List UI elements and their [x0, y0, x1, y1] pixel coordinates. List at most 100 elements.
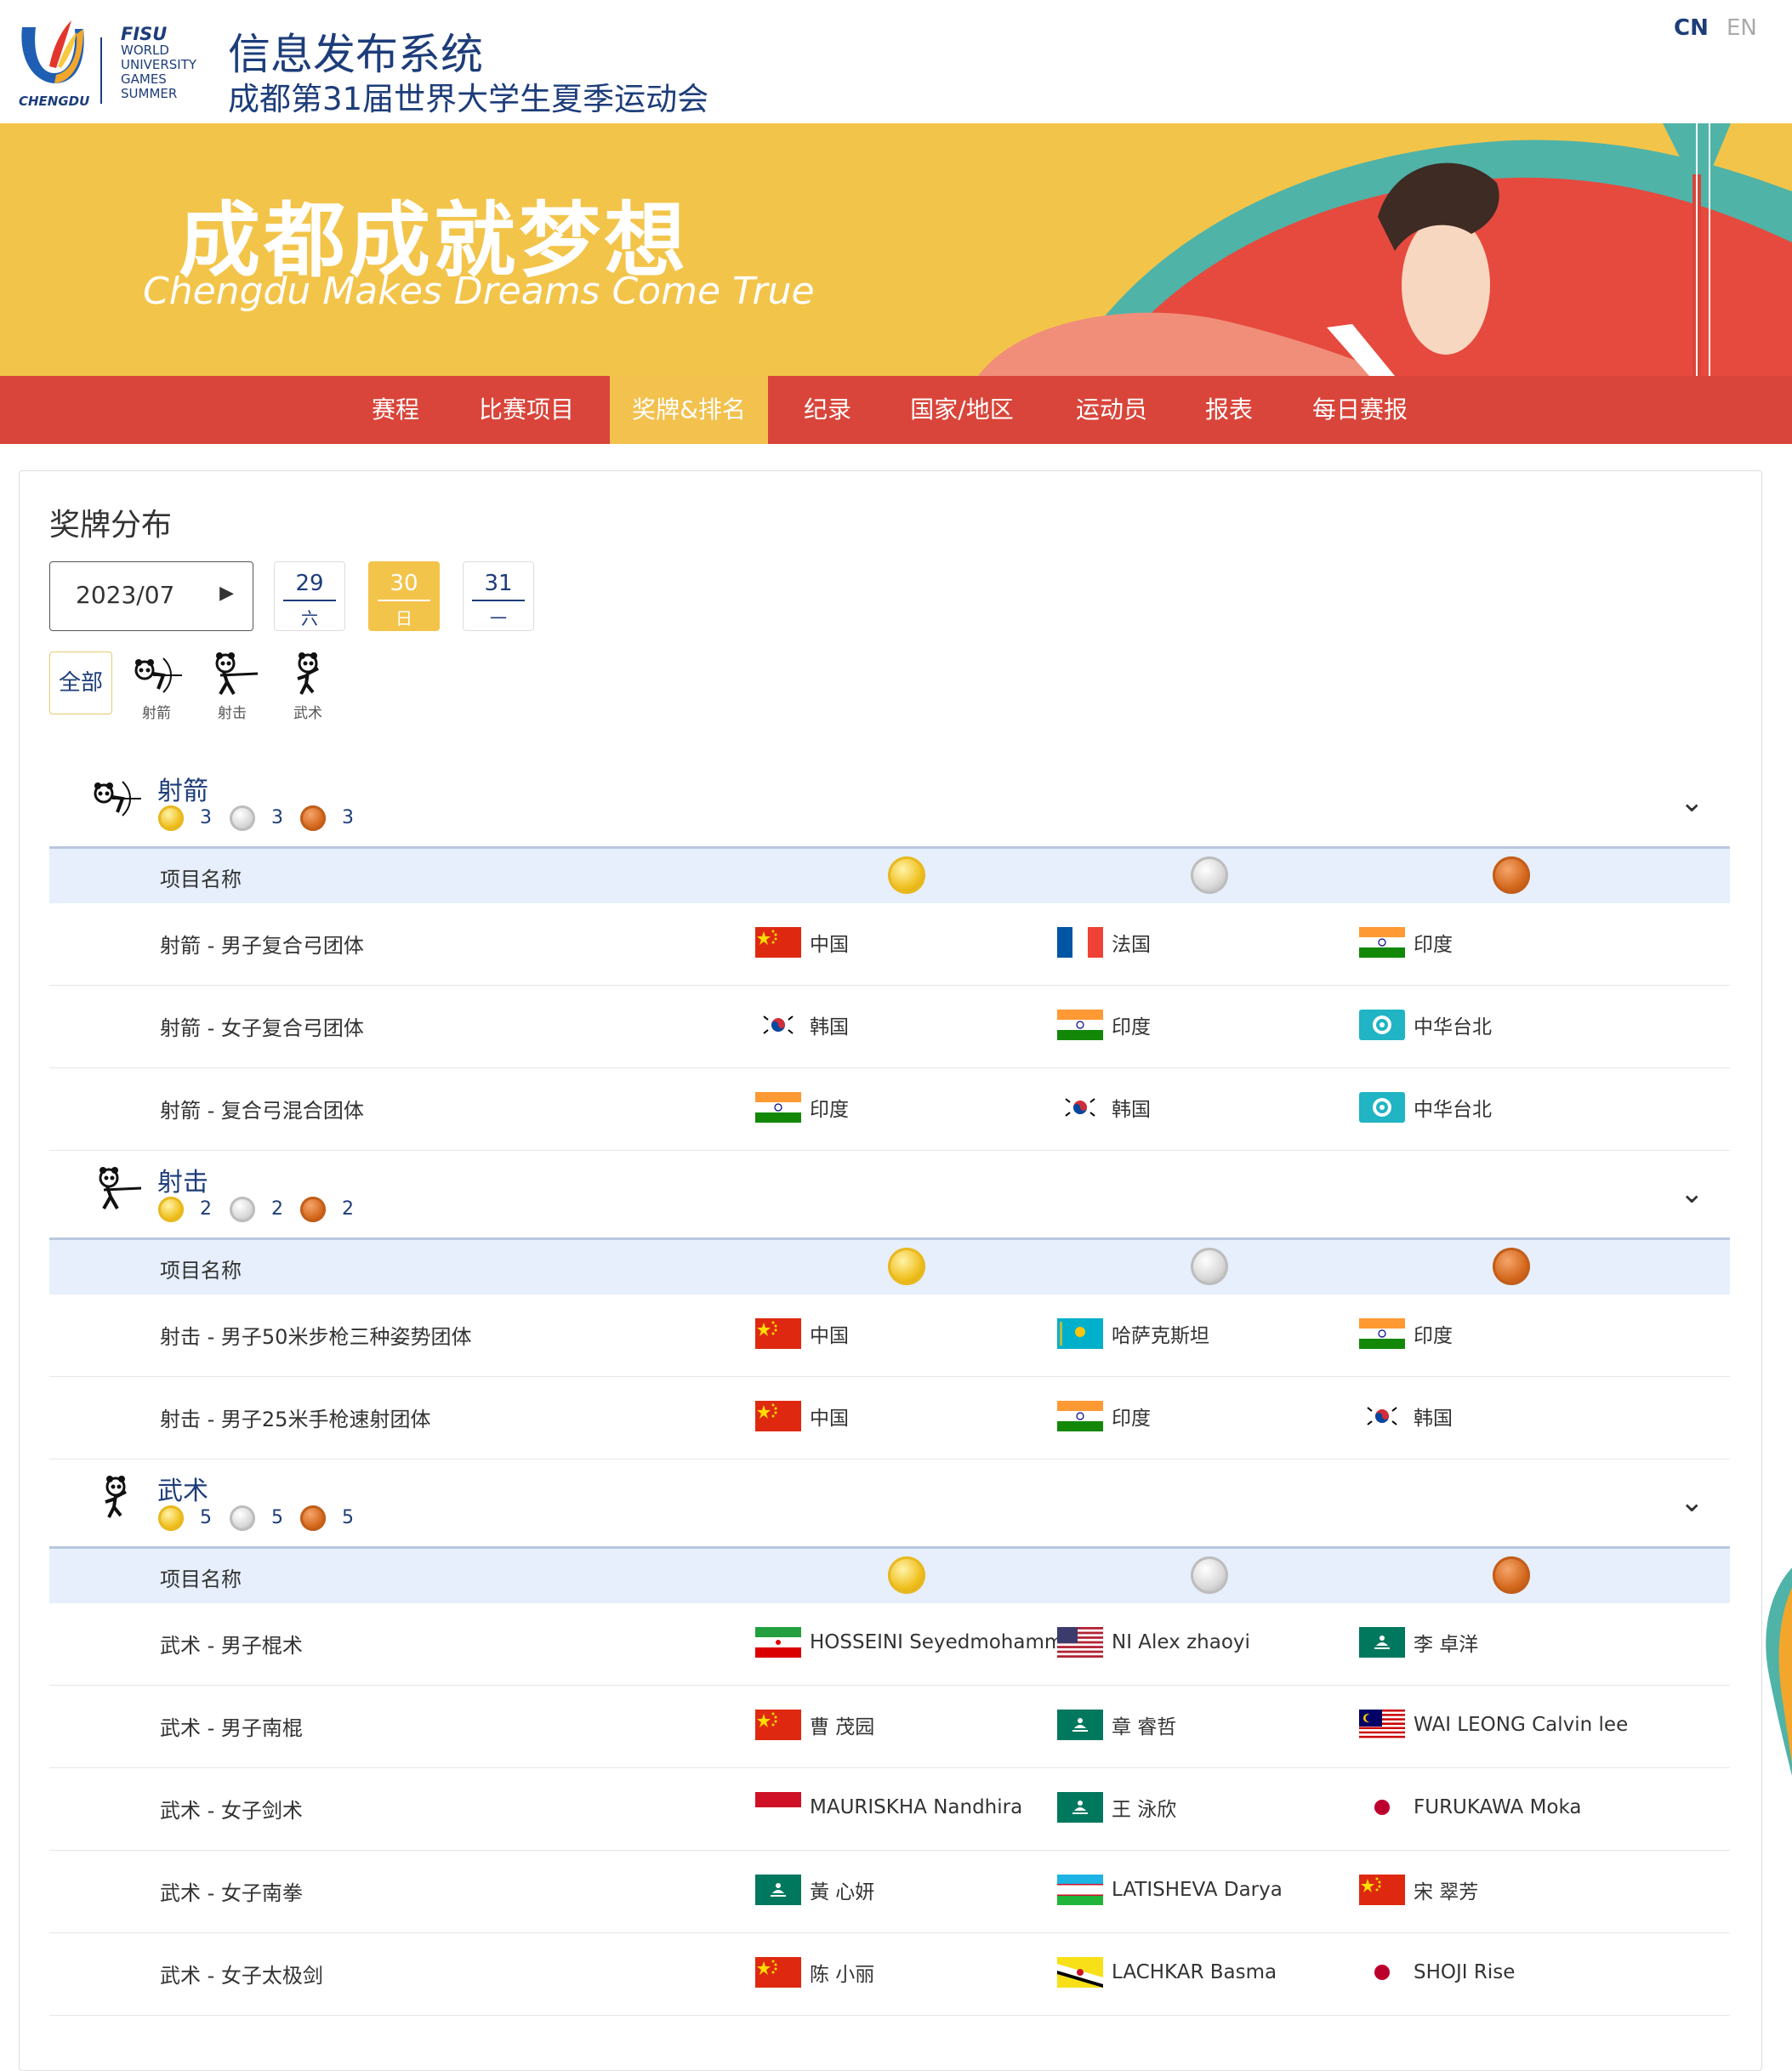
panda-wushu-icon: [297, 652, 319, 695]
event-name[interactable]: 射击 - 男子50米步枪三种姿势团体: [160, 1320, 471, 1350]
silver-winner[interactable]: LACHKAR Basma: [1057, 1955, 1277, 1989]
in-flag-icon: [1359, 1318, 1405, 1349]
cn-flag-icon: [755, 1710, 801, 1740]
event-name[interactable]: 射箭 - 女子复合弓团体: [160, 1011, 364, 1041]
winner-name: 法国: [1112, 934, 1151, 956]
event-name[interactable]: 武术 - 女子太极剑: [160, 1959, 323, 1989]
nav-countries[interactable]: 国家/地区: [902, 376, 1022, 444]
winner-name: 李 卓洋: [1414, 1634, 1479, 1656]
silver-winner[interactable]: LATISHEVA Darya: [1057, 1873, 1283, 1907]
nav-medals-ranking[interactable]: 奖牌&排名: [610, 376, 768, 444]
winner-name: 章 睿哲: [1112, 1716, 1177, 1738]
day-30-button[interactable]: 30 日: [368, 561, 440, 631]
bronze-medal-icon: [1493, 1248, 1530, 1285]
chevron-down-icon[interactable]: ⌄: [1680, 785, 1704, 819]
chevron-down-icon[interactable]: ⌄: [1680, 1485, 1704, 1519]
month-picker[interactable]: 2023/07 ▶: [49, 561, 253, 631]
winner-name: 印度: [810, 1099, 849, 1121]
gold-winner[interactable]: 陈 小丽: [755, 1955, 874, 1989]
filter-wushu-button[interactable]: 武术: [274, 651, 342, 722]
table-row: 射箭 - 复合弓混合团体 印度 韩国 中华台北: [49, 1068, 1730, 1151]
winner-name: 黃 心妍: [810, 1881, 875, 1903]
gold-winner[interactable]: 印度: [755, 1090, 849, 1124]
event-name[interactable]: 武术 - 男子南棍: [160, 1711, 303, 1741]
silver-winner[interactable]: 哈萨克斯坦: [1057, 1317, 1209, 1351]
gold-winner[interactable]: 中国: [755, 925, 849, 959]
silver-winner[interactable]: 王 泳欣: [1057, 1790, 1176, 1824]
bronze-winner[interactable]: 中华台北: [1359, 1090, 1492, 1124]
gold-winner[interactable]: HOSSEINI Seyedmohammad: [755, 1625, 1088, 1659]
winner-name: SHOJI Rise: [1414, 1961, 1516, 1983]
nav-daily-report[interactable]: 每日赛报: [1305, 376, 1415, 444]
table-row: 武术 - 女子剑术 MAURISKHA Nandhira 王 泳欣 FURUKAWA …: [49, 1768, 1730, 1851]
gold-winner[interactable]: 曹 茂园: [755, 1708, 874, 1742]
silver-winner[interactable]: 韩国: [1057, 1090, 1151, 1124]
sport-name[interactable]: 射击: [157, 1161, 208, 1198]
gold-winner[interactable]: 中国: [755, 1317, 849, 1351]
event-name[interactable]: 武术 - 男子棍术: [160, 1629, 303, 1659]
lang-en-link[interactable]: EN: [1727, 15, 1757, 41]
nav-records[interactable]: 纪录: [793, 376, 862, 444]
silver-winner[interactable]: 章 睿哲: [1057, 1708, 1176, 1742]
event-name[interactable]: 射击 - 男子25米手枪速射团体: [160, 1402, 430, 1432]
bronze-winner[interactable]: 印度: [1359, 1317, 1453, 1351]
event-name[interactable]: 武术 - 女子南拳: [160, 1876, 303, 1906]
nav-schedule[interactable]: 赛程: [361, 376, 430, 444]
nav-events[interactable]: 比赛项目: [466, 376, 587, 444]
table-header: 项目名称: [49, 846, 1730, 903]
bronze-winner[interactable]: FURUKAWA Moka: [1359, 1790, 1582, 1824]
panda-archery-icon: [88, 775, 143, 822]
sport-name[interactable]: 射箭: [157, 770, 208, 807]
bronze-winner[interactable]: 李 卓洋: [1359, 1625, 1478, 1659]
kr-flag-icon: [755, 1010, 801, 1040]
sport-name[interactable]: 武术: [157, 1470, 208, 1507]
fisu-logo[interactable]: FISU WORLD UNIVERSITY GAMES SUMMER CHENG…: [15, 15, 211, 111]
kz-flag-icon: [1057, 1318, 1103, 1349]
kr-flag-icon: [1359, 1401, 1405, 1431]
gold-winner[interactable]: 中国: [755, 1399, 849, 1433]
gold-count: 2: [200, 1198, 212, 1220]
winner-name: WAI LEONG Calvin lee: [1414, 1714, 1629, 1736]
bronze-winner[interactable]: 宋 翠芳: [1359, 1873, 1478, 1907]
fr-flag-icon: [1057, 927, 1103, 958]
event-name[interactable]: 武术 - 女子剑术: [160, 1794, 303, 1824]
side-decoration: [1766, 1567, 1792, 1776]
winner-name: LATISHEVA Darya: [1112, 1879, 1283, 1901]
gold-winner[interactable]: 韩国: [755, 1008, 849, 1042]
lang-cn-link[interactable]: CN: [1674, 15, 1709, 41]
gold-winner[interactable]: MAURISKHA Nandhira: [755, 1790, 1022, 1824]
silver-winner[interactable]: 印度: [1057, 1399, 1151, 1433]
bronze-winner[interactable]: 韩国: [1359, 1399, 1453, 1433]
chevron-down-icon[interactable]: ⌄: [1680, 1176, 1704, 1210]
bronze-winner[interactable]: 中华台北: [1359, 1008, 1492, 1042]
winner-name: 宋 翠芳: [1414, 1881, 1479, 1903]
bronze-winner[interactable]: WAI LEONG Calvin lee: [1359, 1708, 1628, 1742]
bronze-winner[interactable]: 印度: [1359, 925, 1453, 959]
panda-shooting-icon: [215, 652, 259, 695]
event-name[interactable]: 射箭 - 男子复合弓团体: [160, 929, 364, 959]
winner-name: 陈 小丽: [810, 1964, 875, 1986]
system-subtitle: 成都第31届世界大学生夏季运动会: [228, 81, 709, 117]
tpe-flag-icon: [1359, 1092, 1405, 1123]
filter-all-button[interactable]: 全部: [49, 651, 112, 714]
filter-archery-button[interactable]: 射箭: [122, 651, 191, 722]
winner-name: 韩国: [810, 1016, 849, 1038]
filter-shooting-button[interactable]: 射击: [198, 651, 266, 722]
silver-winner[interactable]: NI Alex zhaoyi: [1057, 1625, 1250, 1659]
chengdu-logo-icon: [21, 20, 84, 83]
table-row: 射击 - 男子50米步枪三种姿势团体 中国 哈萨克斯坦 印度: [49, 1294, 1730, 1377]
silver-winner[interactable]: 印度: [1057, 1008, 1151, 1042]
event-name[interactable]: 射箭 - 复合弓混合团体: [160, 1094, 364, 1124]
day-29-button[interactable]: 29 六: [274, 561, 345, 631]
gold-winner[interactable]: 黃 心妍: [755, 1873, 874, 1907]
bronze-winner[interactable]: SHOJI Rise: [1359, 1955, 1515, 1989]
nav-reports[interactable]: 报表: [1194, 376, 1264, 444]
day-31-button[interactable]: 31 一: [463, 561, 534, 631]
page-title: 奖牌分布: [49, 508, 173, 543]
silver-count: 2: [271, 1198, 283, 1220]
mo-flag-icon: [1057, 1710, 1103, 1740]
winner-name: HOSSEINI Seyedmohammad: [810, 1631, 1088, 1653]
nav-athletes[interactable]: 运动员: [1065, 376, 1158, 444]
silver-winner[interactable]: 法国: [1057, 925, 1151, 959]
winner-name: 哈萨克斯坦: [1112, 1325, 1209, 1347]
